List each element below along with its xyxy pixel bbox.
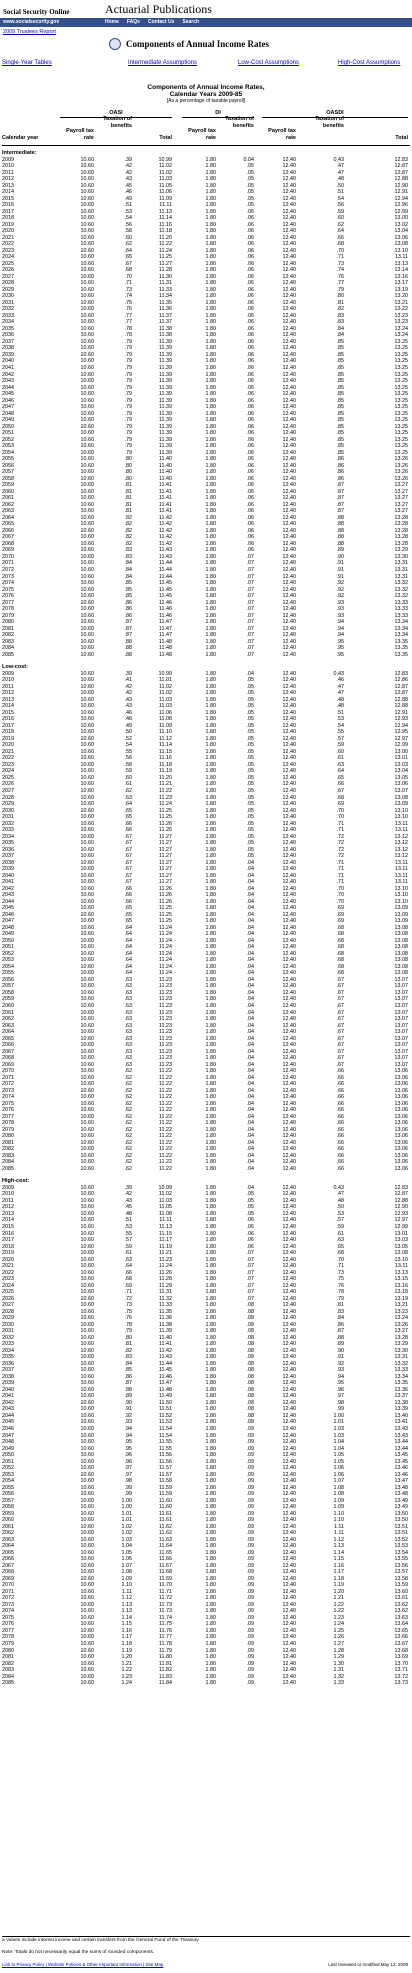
table-cell: 2085 bbox=[2, 651, 14, 658]
table-row: 2085 10.60 1.24 11.84 1.80 .09 12.40 1.33 13.73 bbox=[0, 1680, 412, 1687]
title-bar: Components of Annual Income Rates bbox=[0, 38, 412, 51]
header-rule bbox=[2, 145, 410, 146]
table-cell: 12.40 bbox=[282, 651, 297, 658]
page-title: Components of Annual Income Rates bbox=[126, 39, 270, 49]
page-footer: Link to Privacy Policy | Website Policie… bbox=[0, 1962, 412, 1971]
table-cell: .62 bbox=[124, 1165, 133, 1172]
table-cell: 11.22 bbox=[158, 1165, 172, 1172]
publication-title: Actuarial Publications bbox=[105, 2, 212, 16]
table-cell: 11.84 bbox=[158, 1680, 172, 1687]
site-header: Social Security Online Actuarial Publica… bbox=[0, 0, 412, 38]
table-cell: 1.80 bbox=[205, 651, 217, 658]
ssa-seal-icon bbox=[109, 38, 121, 50]
table-cell: 10.60 bbox=[80, 1680, 95, 1687]
footer-links[interactable]: Link to Privacy Policy | Website Policie… bbox=[2, 1962, 163, 1967]
table-cell: 1.80 bbox=[205, 1680, 217, 1687]
trustees-report-link[interactable]: 2009 Trustees Report bbox=[3, 29, 56, 35]
nav-link-home[interactable]: Home bbox=[105, 19, 119, 25]
nav-link-search[interactable]: Search bbox=[182, 19, 199, 25]
table-cell: 13.06 bbox=[394, 1165, 409, 1172]
last-modified: Last reviewed or modified May 12, 2009 bbox=[328, 1962, 408, 1967]
table-row: 2085 10.60 .88 11.48 1.80 .07 12.40 .95 13.35 bbox=[0, 652, 412, 659]
table-cell: .95 bbox=[336, 651, 345, 658]
table-cell: 13.35 bbox=[394, 651, 409, 658]
table-cell: 12.40 bbox=[282, 1680, 297, 1687]
table-cell: 1.80 bbox=[205, 1165, 217, 1172]
table-cell: .07 bbox=[246, 651, 255, 658]
table-cell: .04 bbox=[246, 1165, 255, 1172]
table-cell: 1.33 bbox=[333, 1680, 345, 1687]
table-cell: .88 bbox=[124, 651, 133, 658]
table-body: Intermediate: 2009 10.60.39 10.99 1.80 0.04 12… bbox=[0, 150, 412, 1687]
site-url[interactable]: www.socialsecurity.gov bbox=[3, 19, 59, 25]
single-year-link[interactable]: Single-Year Tables bbox=[2, 60, 52, 66]
table-title: Components of Annual Income Rates, Calen… bbox=[147, 84, 265, 104]
footnote-a: a Values include interest income and cer… bbox=[2, 1938, 200, 1943]
high-cost-link[interactable]: High-Cost Assumptions bbox=[338, 60, 400, 66]
site-logo[interactable]: Social Security Online bbox=[3, 8, 70, 16]
table-cell: 10.60 bbox=[80, 1165, 95, 1172]
footer-rule bbox=[2, 1936, 410, 1937]
nav-link-faqs[interactable]: FAQs bbox=[127, 19, 140, 25]
low-cost-link[interactable]: Low-Cost Assumptions bbox=[238, 60, 299, 66]
nav-links: Home FAQs Contact Us Search bbox=[105, 19, 199, 25]
column-headers: OASI DI OASDI Calendar year Payroll tax … bbox=[2, 110, 408, 141]
nav-link-contact-us[interactable]: Contact Us bbox=[148, 19, 174, 25]
table-cell: .09 bbox=[246, 1680, 255, 1687]
intermediate-link[interactable]: Intermediate Assumptions bbox=[128, 60, 197, 66]
table-cell: 10.60 bbox=[80, 651, 95, 658]
table-links: Single-Year Tables Intermediate Assumpti… bbox=[0, 60, 412, 68]
table-cell: 2085 bbox=[2, 1165, 14, 1172]
table-cell: 2085 bbox=[2, 1680, 14, 1687]
table-cell: 11.48 bbox=[158, 651, 172, 658]
table-cell: 1.24 bbox=[121, 1680, 133, 1687]
table-cell: .66 bbox=[336, 1165, 345, 1172]
footnote-note: Note: Totals do not necessarily equal th… bbox=[2, 1950, 155, 1955]
table-row: 2085 10.60 .62 11.22 1.80 .04 12.40 .66 13.06 bbox=[0, 1166, 412, 1173]
table-cell: 13.73 bbox=[394, 1680, 409, 1687]
calendar-year-header: Calendar year bbox=[2, 135, 39, 141]
nav-bar: www.socialsecurity.gov Home FAQs Contact U… bbox=[0, 18, 412, 27]
table-cell: 12.40 bbox=[282, 1165, 297, 1172]
